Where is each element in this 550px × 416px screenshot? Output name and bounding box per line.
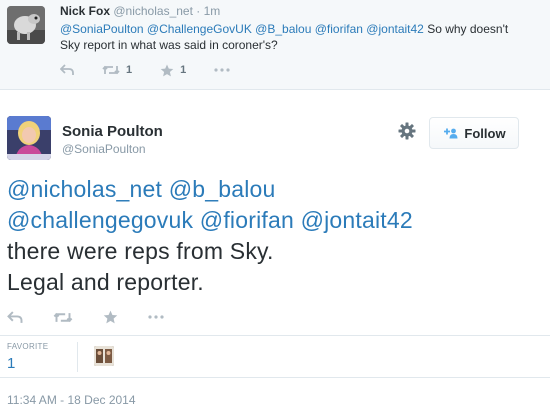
star-icon	[103, 310, 118, 324]
reply-avatar[interactable]	[7, 6, 45, 44]
mention-link[interactable]: @fiorifan	[200, 207, 294, 233]
reply-header: Nick Fox @nicholas_net · 1m	[60, 4, 220, 18]
avatar-image-icon	[7, 6, 45, 44]
mention-link[interactable]: @SoniaPoulton	[60, 22, 144, 36]
more-button[interactable]	[214, 68, 230, 72]
reply-button[interactable]	[60, 64, 74, 76]
avatar-image-icon	[94, 346, 114, 366]
mention-link[interactable]: @fiorifan	[315, 22, 363, 36]
avatar-image-icon	[7, 116, 51, 160]
divider	[0, 377, 550, 378]
favorite-button[interactable]	[103, 310, 118, 324]
mention-link[interactable]: @jontait42	[366, 22, 424, 36]
favorites-count[interactable]: 1	[7, 355, 48, 372]
mention-link[interactable]: @B_balou	[255, 22, 311, 36]
mention-link[interactable]: @ChallengeGovUK	[147, 22, 252, 36]
favorite-button[interactable]: 1	[160, 64, 186, 77]
favorites-label: FAVORITE	[7, 342, 49, 351]
more-button[interactable]	[148, 315, 164, 319]
retweet-button[interactable]	[53, 311, 73, 324]
star-icon	[160, 64, 174, 76]
main-avatar[interactable]	[7, 116, 51, 160]
retweet-count[interactable]: 1	[126, 64, 132, 76]
mention-link[interactable]: @b_balou	[169, 176, 276, 202]
reply-time[interactable]: 1m	[204, 4, 221, 18]
divider	[0, 335, 550, 336]
reply-icon	[7, 310, 23, 323]
tweet-body-text: there were reps from Sky. Legal and repo…	[7, 238, 274, 295]
follow-label: Follow	[464, 125, 506, 141]
main-fullname[interactable]: Sonia Poulton	[62, 123, 163, 140]
more-icon	[214, 68, 230, 72]
mention-link[interactable]: @jontait42	[301, 207, 413, 233]
reply-tweet[interactable]: Nick Fox @nicholas_net · 1m @SoniaPoulto…	[0, 0, 550, 90]
favorites-stat[interactable]: FAVORITE 1	[7, 342, 48, 372]
retweet-button[interactable]: 1	[102, 64, 132, 76]
tweet-text-line: @nicholas_net @b_balou	[7, 174, 527, 205]
main-actions	[7, 309, 194, 325]
favorite-count[interactable]: 1	[180, 64, 186, 76]
favoriter-avatar[interactable]	[94, 346, 114, 366]
reply-fullname[interactable]: Nick Fox	[60, 4, 110, 18]
stat-divider	[77, 342, 78, 372]
reply-button[interactable]	[7, 310, 23, 324]
follow-button[interactable]: Follow	[429, 117, 519, 149]
tweet-timestamp[interactable]: 11:34 AM - 18 Dec 2014	[7, 393, 136, 407]
reply-icon	[60, 64, 74, 75]
reply-username[interactable]: @nicholas_net	[113, 4, 193, 18]
add-user-icon	[442, 127, 458, 139]
settings-button[interactable]	[397, 121, 417, 141]
gear-icon	[398, 122, 416, 140]
mention-link[interactable]: @challengegovuk	[7, 207, 193, 233]
tweet-text-line: @challengegovuk @fiorifan @jontait42	[7, 205, 527, 236]
mention-link[interactable]: @nicholas_net	[7, 176, 162, 202]
main-username[interactable]: @SoniaPoulton	[62, 142, 146, 156]
reply-text: @SoniaPoulton @ChallengeGovUK @B_balou @…	[60, 21, 530, 53]
reply-actions: 1 1	[60, 62, 258, 78]
more-icon	[148, 315, 164, 319]
reply-separator: ·	[196, 4, 201, 18]
main-tweet-text: @nicholas_net @b_balou @challengegovuk @…	[7, 174, 527, 298]
retweet-icon	[53, 312, 73, 322]
retweet-icon	[102, 65, 120, 75]
